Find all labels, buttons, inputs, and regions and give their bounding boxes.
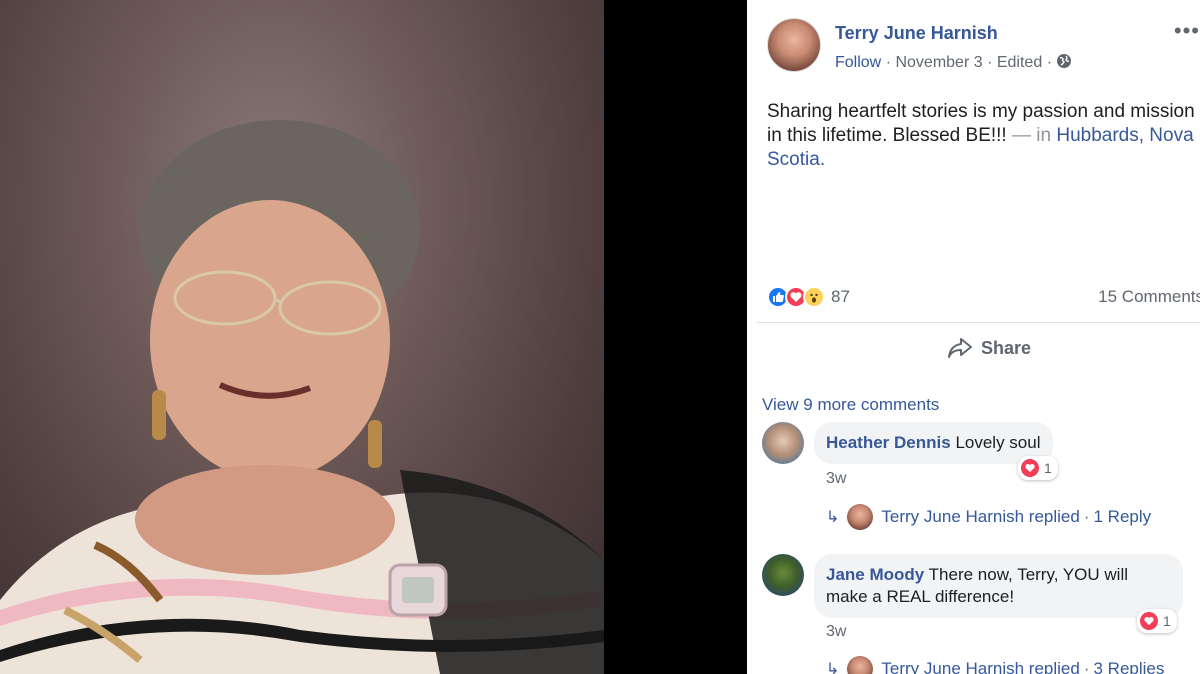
location-separator: ,: [1138, 125, 1150, 146]
author-avatar[interactable]: [767, 18, 821, 72]
post-photo[interactable]: [0, 0, 604, 674]
heart-icon: [1021, 459, 1039, 477]
share-label: Share: [981, 337, 1032, 358]
comment-time[interactable]: 3w: [826, 470, 846, 488]
heart-icon: [1140, 612, 1158, 630]
location-end: .: [819, 149, 826, 170]
reply-arrow-icon: ↳: [826, 509, 840, 526]
comment-reaction-badge[interactable]: 1: [1137, 609, 1177, 633]
reaction-count: 87: [831, 287, 850, 306]
comment-bubble: Heather Dennis Lovely soul: [814, 422, 1053, 464]
divider: [757, 322, 1200, 323]
comment-time[interactable]: 3w: [826, 623, 846, 641]
wow-reaction-icon: [803, 286, 825, 308]
share-button[interactable]: Share: [947, 337, 1031, 359]
meta-separator: ·: [987, 54, 993, 71]
comment-text: Lovely soul: [955, 433, 1041, 452]
reply-separator: ·: [1083, 507, 1090, 526]
edited-label[interactable]: Edited: [997, 54, 1042, 71]
reply-author: Terry June Harnish replied: [881, 507, 1080, 526]
reply-separator: ·: [1083, 659, 1090, 674]
reply-avatar: [847, 504, 874, 530]
replies-link[interactable]: ↳ Terry June Harnish replied · 3 Replies: [826, 656, 1164, 674]
portrait-image: [0, 120, 604, 674]
comment-reaction-count: 1: [1044, 460, 1052, 476]
commenter-name[interactable]: Heather Dennis: [826, 433, 951, 452]
post-panel: Terry June Harnish Follow · November 3 ·…: [747, 0, 1200, 674]
reply-avatar: [847, 656, 874, 674]
post-date[interactable]: November 3: [895, 54, 982, 71]
view-more-comments-link[interactable]: View 9 more comments: [762, 395, 939, 415]
reply-count: 3 Replies: [1093, 659, 1165, 674]
globe-icon[interactable]: [1056, 53, 1072, 69]
author-name[interactable]: Terry June Harnish: [835, 23, 998, 44]
comments-count[interactable]: 15 Comments: [1098, 287, 1200, 307]
meta-separator: ·: [885, 54, 892, 71]
comment-reaction-badge[interactable]: 1: [1018, 456, 1058, 480]
reply-arrow-icon: ↳: [826, 661, 840, 674]
reply-author: Terry June Harnish replied: [881, 659, 1080, 674]
post-meta: Follow · November 3 · Edited ·: [835, 53, 1072, 72]
post-body: Sharing heartfelt stories is my passion …: [767, 100, 1200, 172]
reactions-summary[interactable]: 87: [767, 285, 850, 309]
commenter-name[interactable]: Jane Moody: [826, 565, 924, 584]
replies-link[interactable]: ↳ Terry June Harnish replied · 1 Reply: [826, 504, 1151, 530]
comment-reaction-count: 1: [1163, 613, 1171, 629]
comment-avatar[interactable]: [762, 554, 804, 596]
meta-separator: ·: [1046, 54, 1053, 71]
share-icon: [948, 338, 972, 358]
follow-link[interactable]: Follow: [835, 54, 881, 71]
reply-count: 1 Reply: [1093, 507, 1152, 526]
photo-margin: [604, 0, 747, 674]
location-link-hubbards[interactable]: Hubbards: [1056, 125, 1138, 146]
more-options-icon[interactable]: •••: [1174, 18, 1200, 44]
location-prefix: — in: [1006, 125, 1057, 146]
comment-avatar[interactable]: [762, 422, 804, 464]
comment-bubble: Jane Moody There now, Terry, YOU will ma…: [814, 554, 1183, 618]
comments-section: View 9 more comments Heather Dennis Love…: [747, 376, 1200, 674]
